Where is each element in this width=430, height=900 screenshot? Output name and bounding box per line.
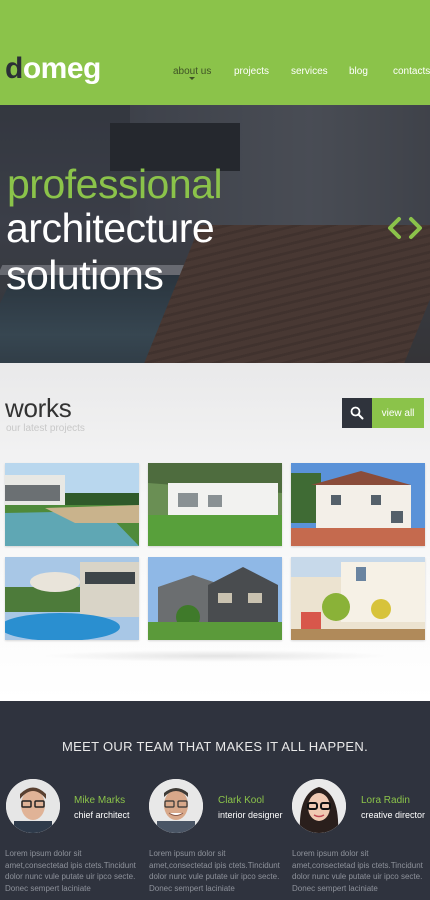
nav-item-projects[interactable]: projects (234, 66, 269, 77)
hero-title-line2: architecture (6, 205, 215, 251)
hero-title-line3: solutions (6, 252, 164, 298)
search-icon (350, 406, 364, 420)
avatar (6, 779, 60, 833)
project-image-3 (291, 463, 425, 546)
works-title: works (5, 393, 72, 423)
project-image-6 (291, 557, 425, 640)
project-image-1 (5, 463, 139, 546)
member-bio: Lorem ipsum dolor sit amet,consectetad i… (5, 849, 136, 893)
view-all-button[interactable]: view all (372, 398, 424, 428)
project-image-5 (148, 557, 282, 640)
member-name: Lora Radin (361, 795, 410, 806)
site-header: domeg about us projects services blog co… (0, 0, 430, 105)
member-name: Clark Kool (218, 795, 265, 806)
project-image-2 (148, 463, 282, 546)
avatar (149, 779, 203, 833)
chevron-left-icon[interactable] (386, 216, 402, 240)
project-image-4 (5, 557, 139, 640)
works-subtitle: our latest projects (6, 423, 85, 434)
nav-item-about-us[interactable]: about us (173, 66, 211, 80)
nav-item-blog[interactable]: blog (349, 66, 368, 77)
avatar-image (292, 779, 346, 833)
main-nav: about us projects services blog contacts (0, 66, 430, 80)
project-thumbnail-5[interactable] (148, 557, 282, 640)
member-name: Mike Marks (74, 795, 126, 806)
member-bio: Lorem ipsum dolor sit amet,consectetad i… (292, 849, 423, 893)
team-heading: MEET OUR TEAM THAT MAKES IT ALL HAPPEN. (62, 739, 368, 754)
project-thumbnail-1[interactable] (5, 463, 139, 546)
member-role: interior designer (218, 810, 283, 820)
nav-item-contacts[interactable]: contacts (393, 66, 430, 77)
project-thumbnail-4[interactable] (5, 557, 139, 640)
avatar-image (149, 779, 203, 833)
project-thumbnail-6[interactable] (291, 557, 425, 640)
member-role: creative director (361, 810, 426, 820)
avatar (292, 779, 346, 833)
avatar-image (6, 779, 60, 833)
hero-title-line1: professional (7, 161, 223, 207)
active-indicator-icon (189, 77, 196, 80)
project-thumbnail-2[interactable] (148, 463, 282, 546)
chevron-right-icon[interactable] (408, 216, 424, 240)
project-thumbnail-3[interactable] (291, 463, 425, 546)
search-button[interactable] (342, 398, 372, 428)
member-role: chief architect (74, 810, 130, 820)
member-bio: Lorem ipsum dolor sit amet,consectetad i… (149, 849, 280, 893)
nav-item-services[interactable]: services (291, 66, 328, 77)
